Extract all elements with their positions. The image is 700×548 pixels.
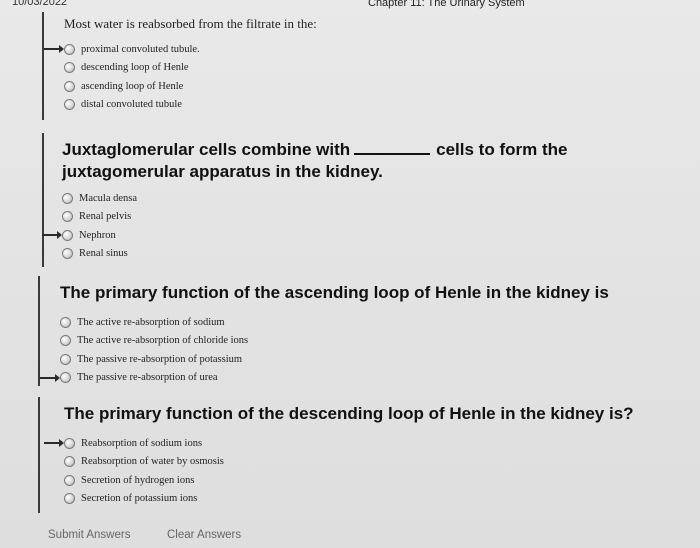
question-3-option-3[interactable]: The passive re-absorption of potassium — [60, 350, 688, 369]
question-3-option-4[interactable]: The passive re-absorption of urea — [40, 369, 688, 388]
question-2-option-1[interactable]: Macula densa — [62, 189, 642, 208]
selected-arrow-icon — [40, 373, 60, 382]
question-2-option-2[interactable]: Renal pelvis — [62, 208, 642, 227]
chapter-title: Chapter 11: The Urinary System — [368, 0, 525, 9]
option-label: Macula densa — [79, 192, 138, 204]
fill-in-blank — [354, 141, 431, 155]
radio-button[interactable] — [64, 493, 75, 505]
question-1-option-4[interactable]: distal convoluted tubule — [64, 96, 317, 115]
selected-arrow-icon — [42, 231, 62, 240]
selected-arrow-icon — [44, 45, 64, 54]
question-4-option-1[interactable]: Reabsorption of sodium ions — [44, 434, 698, 453]
selected-arrow-icon — [44, 439, 64, 448]
radio-button[interactable] — [64, 99, 75, 111]
option-label: ascending loop of Henle — [81, 80, 184, 92]
option-label: Secretion of potassium ions — [81, 493, 198, 505]
question-2-text-part1: Juxtaglomerular cells combine with — [62, 140, 351, 159]
radio-button[interactable] — [64, 456, 75, 468]
radio-button[interactable] — [64, 437, 75, 449]
radio-button[interactable] — [62, 192, 73, 204]
radio-button[interactable] — [64, 80, 75, 92]
radio-button[interactable] — [64, 474, 75, 486]
question-2-text-part2: cells to form the — [436, 140, 568, 159]
question-4: The primary function of the descending l… — [38, 397, 698, 513]
question-4-options: Reabsorption of sodium ions Reabsorption… — [44, 434, 698, 509]
radio-button[interactable] — [64, 43, 75, 55]
option-label: Reabsorption of sodium ions — [81, 437, 203, 449]
question-2-option-4[interactable]: Renal sinus — [62, 245, 642, 264]
option-label: Nephron — [79, 229, 116, 241]
option-label: distal convoluted tubule — [81, 99, 182, 111]
question-3: The primary function of the ascending lo… — [38, 276, 688, 386]
clear-answers-button[interactable]: Clear Answers — [167, 529, 241, 541]
option-label: proximal convoluted tubule. — [81, 43, 200, 55]
question-4-text: The primary function of the descending l… — [64, 404, 634, 423]
question-4-option-2[interactable]: Reabsorption of water by osmosis — [64, 453, 698, 472]
option-label: descending loop of Henle — [81, 62, 189, 74]
option-label: The active re-absorption of sodium — [77, 316, 225, 328]
question-2-option-3[interactable]: Nephron — [42, 226, 642, 245]
question-3-options: The active re-absorption of sodium The a… — [40, 313, 688, 388]
question-2: Juxtaglomerular cells combine with cells … — [42, 133, 642, 267]
question-1-option-1[interactable]: proximal convoluted tubule. — [44, 40, 317, 59]
option-label: Renal pelvis — [79, 211, 132, 223]
question-1-option-3[interactable]: ascending loop of Henle — [64, 77, 317, 96]
radio-button[interactable] — [62, 211, 73, 223]
question-1-option-2[interactable]: descending loop of Henle — [64, 59, 317, 78]
submit-answers-button[interactable]: Submit Answers — [48, 529, 130, 541]
radio-button[interactable] — [60, 316, 71, 328]
radio-button[interactable] — [60, 372, 71, 384]
option-label: The passive re-absorption of urea — [77, 372, 218, 384]
option-label: The passive re-absorption of potassium — [77, 353, 243, 365]
option-label: Renal sinus — [79, 248, 128, 260]
question-4-option-3[interactable]: Secretion of hydrogen ions — [64, 471, 698, 490]
question-1-text: Most water is reabsorbed from the filtra… — [64, 16, 317, 31]
option-label: Secretion of hydrogen ions — [81, 474, 195, 486]
radio-button[interactable] — [62, 229, 73, 241]
question-2-text: Juxtaglomerular cells combine with cells … — [62, 139, 642, 183]
question-4-option-4[interactable]: Secretion of potassium ions — [64, 490, 698, 509]
radio-button[interactable] — [64, 62, 75, 74]
date-fragment: 10/03/2022 — [12, 0, 68, 8]
option-label: Reabsorption of water by osmosis — [81, 456, 224, 468]
option-label: The active re-absorption of chloride ion… — [77, 335, 249, 347]
question-2-options: Macula densa Renal pelvis Nephron Renal … — [42, 189, 642, 264]
question-3-text: The primary function of the ascending lo… — [60, 283, 609, 302]
radio-button[interactable] — [60, 335, 71, 347]
question-3-option-2[interactable]: The active re-absorption of chloride ion… — [60, 332, 688, 351]
question-1: Most water is reabsorbed from the filtra… — [42, 12, 317, 120]
question-2-text-part3: juxtagomerular apparatus in the kidney. — [62, 162, 383, 181]
question-3-option-1[interactable]: The active re-absorption of sodium — [60, 313, 688, 332]
radio-button[interactable] — [60, 353, 71, 365]
radio-button[interactable] — [62, 248, 73, 260]
question-1-options: proximal convoluted tubule. descending l… — [44, 40, 317, 115]
